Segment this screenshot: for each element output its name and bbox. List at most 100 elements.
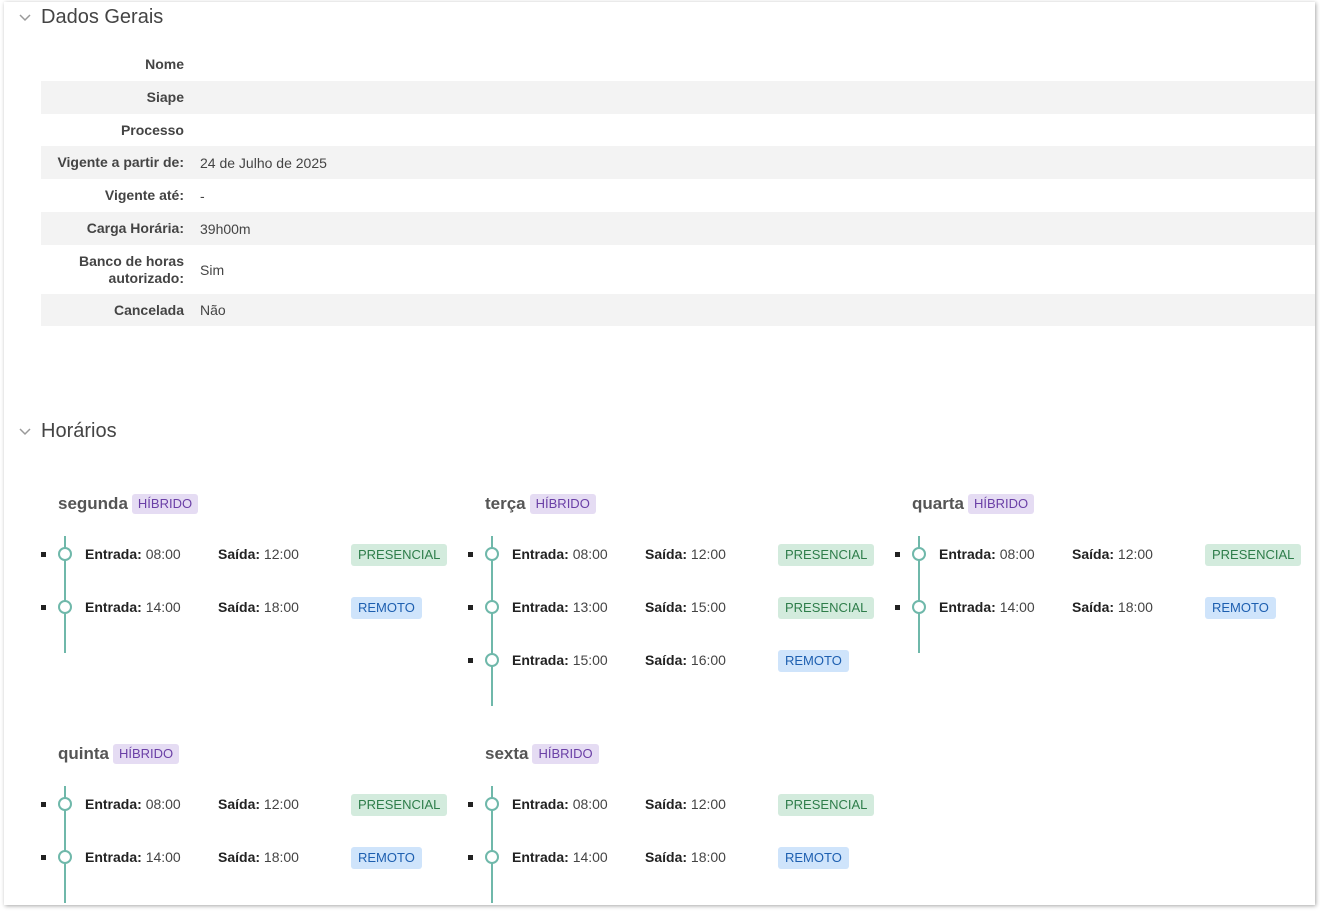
field-label: Siape — [146, 89, 184, 105]
circle-icon — [58, 797, 72, 811]
circle-icon — [58, 600, 72, 614]
entrada-value: 08:00 — [145, 796, 181, 812]
circle-icon — [912, 600, 926, 614]
work-type-badge: PRESENCIAL — [351, 544, 448, 566]
saida-text: Saída: 12:00 — [645, 796, 726, 812]
day-block-4: sexta HÍBRIDO Entrada: 08:00 Saída: 12:00 PR… — [468, 742, 888, 903]
entrada-label: Entrada: — [85, 849, 142, 865]
entrada-label: Entrada: — [512, 796, 569, 812]
day-block-0: segunda HÍBRIDO Entrada: 08:00 Saída: 12:00… — [41, 492, 461, 653]
bullet-icon — [468, 552, 473, 557]
work-type-badge: REMOTO — [778, 847, 849, 869]
saida-value: 16:00 — [690, 652, 726, 668]
table-row: Cancelada Não — [41, 294, 1315, 326]
day-name: sexta — [485, 744, 529, 763]
entrada-value: 08:00 — [999, 546, 1035, 562]
mode-badge: HÍBRIDO — [529, 494, 596, 514]
work-type-badge: REMOTO — [351, 597, 422, 619]
table-row: Carga Horária: 39h00m — [41, 212, 1315, 245]
saida-text: Saída: 12:00 — [218, 546, 299, 562]
timeline: Entrada: 08:00 Saída: 12:00 PRESENCIAL Entr… — [468, 536, 888, 706]
saida-label: Saída: — [645, 652, 688, 668]
entrada-value: 14:00 — [145, 599, 181, 615]
entrada-text: Entrada: 08:00 — [85, 796, 181, 812]
work-type-badge: PRESENCIAL — [778, 597, 875, 619]
bullet-icon — [468, 802, 473, 807]
day-name: quarta — [912, 494, 964, 513]
list-item: Entrada: 08:00 Saída: 12:00 PRESENCIAL — [41, 536, 461, 589]
bullet-icon — [468, 605, 473, 610]
field-value — [188, 114, 1315, 146]
table-row: Banco de horas autorizado: Sim — [41, 245, 1315, 294]
entrada-text: Entrada: 08:00 — [512, 546, 608, 562]
mode-badge: HÍBRIDO — [131, 494, 199, 514]
day-header: segunda HÍBRIDO — [58, 492, 461, 516]
table-row: Nome — [41, 48, 1315, 81]
entrada-text: Entrada: 14:00 — [939, 599, 1035, 615]
saida-value: 12:00 — [263, 796, 299, 812]
field-label: Vigente até: — [104, 187, 184, 203]
saida-text: Saída: 18:00 — [645, 849, 726, 865]
saida-value: 18:00 — [690, 849, 726, 865]
field-label: Processo — [120, 121, 184, 138]
work-type-badge: PRESENCIAL — [778, 544, 875, 566]
chevron-down-icon[interactable] — [18, 425, 32, 439]
section-title: Dados Gerais — [41, 6, 164, 28]
entrada-text: Entrada: 14:00 — [85, 599, 181, 615]
entrada-text: Entrada: 08:00 — [85, 546, 181, 562]
field-value: 24 de Julho de 2025 — [200, 154, 327, 171]
entrada-value: 08:00 — [572, 796, 608, 812]
list-item: Entrada: 08:00 Saída: 12:00 PRESENCIAL — [468, 786, 888, 839]
saida-value: 18:00 — [263, 849, 299, 865]
entrada-label: Entrada: — [939, 599, 996, 615]
saida-value: 18:00 — [1117, 599, 1153, 615]
saida-value: 18:00 — [263, 599, 299, 615]
saida-text: Saída: 12:00 — [1072, 546, 1153, 562]
page-frame: Dados Gerais Nome Siape Processo Vigente… — [4, 2, 1315, 905]
saida-text: Saída: 12:00 — [645, 546, 726, 562]
entrada-text: Entrada: 14:00 — [512, 849, 608, 865]
saida-text: Saída: 12:00 — [218, 796, 299, 812]
day-header: terça HÍBRIDO — [485, 492, 888, 516]
list-item: Entrada: 08:00 Saída: 12:00 PRESENCIAL — [895, 536, 1315, 589]
timeline: Entrada: 08:00 Saída: 12:00 PRESENCIAL Entr… — [895, 536, 1315, 653]
work-type-badge: REMOTO — [1205, 597, 1276, 619]
mode-badge: HÍBRIDO — [532, 744, 599, 764]
timeline: Entrada: 08:00 Saída: 12:00 PRESENCIAL Entr… — [468, 786, 888, 903]
timeline: Entrada: 08:00 Saída: 12:00 PRESENCIAL Entr… — [41, 536, 461, 653]
saida-label: Saída: — [645, 599, 688, 615]
entrada-value: 08:00 — [145, 546, 181, 562]
section-horarios-header[interactable]: Horários — [18, 420, 117, 443]
table-row: Vigente até: - — [41, 179, 1315, 212]
section-dados-gerais-header[interactable]: Dados Gerais — [18, 6, 163, 29]
bullet-icon — [41, 855, 46, 860]
entrada-label: Entrada: — [512, 652, 569, 668]
day-name: segunda — [58, 494, 128, 513]
field-value: 39h00m — [200, 220, 251, 237]
day-header: quinta HÍBRIDO — [58, 742, 461, 766]
saida-value: 15:00 — [690, 599, 726, 615]
entrada-label: Entrada: — [85, 546, 142, 562]
saida-label: Saída: — [218, 796, 261, 812]
entrada-label: Entrada: — [512, 849, 569, 865]
saida-value: 12:00 — [1117, 546, 1153, 562]
entrada-text: Entrada: 08:00 — [512, 796, 608, 812]
chevron-down-icon[interactable] — [18, 11, 32, 25]
entrada-text: Entrada: 15:00 — [512, 652, 608, 668]
list-item: Entrada: 14:00 Saída: 18:00 REMOTO — [41, 589, 461, 642]
saida-value: 12:00 — [690, 546, 726, 562]
day-block-3: quinta HÍBRIDO Entrada: 08:00 Saída: 12:00 P… — [41, 742, 461, 903]
circle-icon — [485, 797, 499, 811]
bullet-icon — [468, 855, 473, 860]
saida-label: Saída: — [218, 546, 261, 562]
list-item: Entrada: 13:00 Saída: 15:00 PRESENCIAL — [468, 589, 888, 642]
list-item: Entrada: 14:00 Saída: 18:00 REMOTO — [41, 839, 461, 892]
saida-value: 12:00 — [690, 796, 726, 812]
bullet-icon — [895, 605, 900, 610]
circle-icon — [485, 600, 499, 614]
entrada-label: Entrada: — [512, 546, 569, 562]
table-row: Processo — [41, 114, 1315, 146]
entrada-label: Entrada: — [939, 546, 996, 562]
entrada-value: 14:00 — [145, 849, 181, 865]
mode-badge: HÍBRIDO — [967, 494, 1035, 514]
